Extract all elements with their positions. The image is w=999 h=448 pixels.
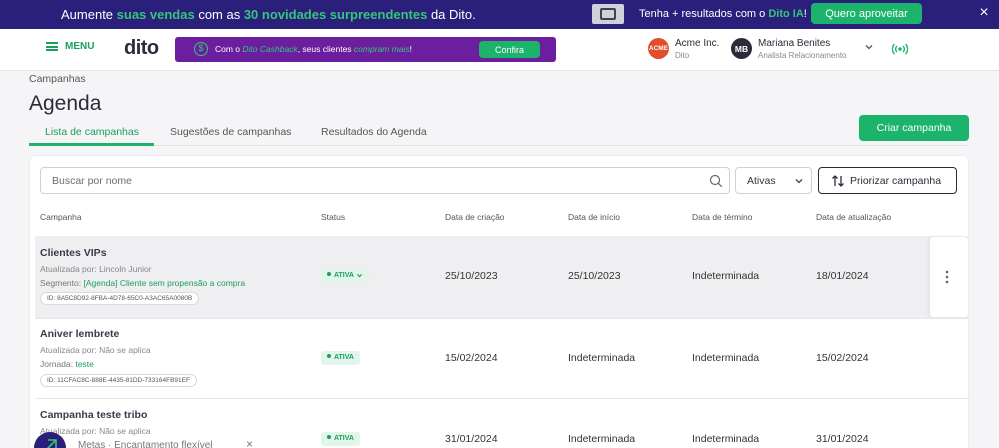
kebab-menu-icon <box>945 270 949 284</box>
close-icon[interactable]: × <box>976 5 992 21</box>
promo-text: Aumente suas vendas com as 30 novidades … <box>61 7 476 22</box>
journey-link[interactable]: teste <box>75 359 93 369</box>
start-date: Indeterminada <box>568 433 636 445</box>
campaign-journey: Jornada: teste <box>40 359 94 369</box>
end-date: Indeterminada <box>692 270 760 282</box>
video-thumbnail-icon <box>592 4 624 24</box>
updated-date: 18/01/2024 <box>816 270 869 282</box>
cashback-text: Com o Dito Cashback, seus clientes compr… <box>215 44 413 54</box>
send-icon <box>46 439 57 448</box>
company-name: Acme Inc. <box>675 38 720 49</box>
menu-label: MENU <box>65 41 95 52</box>
end-date: Indeterminada <box>692 352 760 364</box>
campaign-id-chip: ID: 11CFAC8C-888E-4435-81DD-733164FB91EF <box>40 374 197 387</box>
start-date: Indeterminada <box>568 352 636 364</box>
campaign-name[interactable]: Clientes VIPs <box>40 247 107 259</box>
company-sub: Dito <box>675 51 690 60</box>
row-divider <box>35 398 969 399</box>
promo-ia-text: Tenha + resultados com o Dito IA! <box>639 8 807 20</box>
cashback-banner: $ Com o Dito Cashback, seus clientes com… <box>175 37 556 62</box>
tab-resultados-do-agenda[interactable]: Resultados do Agenda <box>321 126 427 138</box>
status-badge[interactable]: ATIVA <box>321 351 360 365</box>
end-date: Indeterminada <box>692 433 760 445</box>
campaign-updated-by: Atualizada por: Lincoln Junior <box>40 264 152 274</box>
hamburger-icon <box>46 42 58 51</box>
menu-button[interactable]: MENU <box>46 41 94 52</box>
campaign-name[interactable]: Aniver lembrete <box>40 328 119 340</box>
segment-link[interactable]: [Agenda] Cliente sem propensão a compra <box>83 278 245 288</box>
column-header-data-termino: Data de término <box>692 212 753 222</box>
search-icon[interactable] <box>709 174 723 188</box>
tab-lista-de-campanhas[interactable]: Lista de campanhas <box>45 126 139 138</box>
updated-date: 31/01/2024 <box>816 433 869 445</box>
status-badge[interactable]: ATIVA <box>321 432 360 446</box>
user-role: Analista Relacionamento <box>758 51 847 60</box>
column-header-campanha: Campanha <box>40 212 82 222</box>
active-tab-indicator <box>29 143 154 146</box>
updated-date: 15/02/2024 <box>816 352 869 364</box>
company-avatar[interactable]: ACME <box>648 38 669 59</box>
promo-cta-button[interactable]: Quero aproveitar <box>811 3 922 24</box>
close-icon[interactable]: × <box>246 437 253 448</box>
promo-banner: Aumente suas vendas com as 30 novidades … <box>0 0 999 29</box>
column-header-data-criacao: Data de criação <box>445 212 505 222</box>
campaign-segment: Segmento: [Agenda] Cliente sem propensão… <box>40 278 246 288</box>
cashback-confira-button[interactable]: Confira <box>479 41 540 58</box>
start-date: 25/10/2023 <box>568 270 621 282</box>
created-date: 25/10/2023 <box>445 270 498 282</box>
search-input[interactable]: Buscar por nome <box>40 167 730 194</box>
campaign-updated-by: Atualizada por: Não se aplica <box>40 345 151 355</box>
status-filter-select[interactable]: Ativas <box>735 167 812 194</box>
prioritize-label: Priorizar campanha <box>850 175 942 187</box>
prioritize-campaign-button[interactable]: Priorizar campanha <box>818 167 957 194</box>
column-header-data-inicio: Data de início <box>568 212 620 222</box>
created-date: 15/02/2024 <box>445 352 498 364</box>
chevron-down-icon <box>356 273 362 277</box>
user-name: Mariana Benites <box>758 38 831 49</box>
bottom-bar-text: Metas · Encantamento flexível <box>78 440 213 448</box>
created-date: 31/01/2024 <box>445 433 498 445</box>
row-divider <box>35 318 969 319</box>
sort-arrows-icon <box>832 175 844 187</box>
user-avatar[interactable]: MB <box>731 38 752 59</box>
tab-sugestoes-de-campanhas[interactable]: Sugestões de campanhas <box>170 126 291 138</box>
column-header-data-atualizacao: Data de atualização <box>816 212 892 222</box>
create-campaign-button[interactable]: Criar campanha <box>859 115 969 141</box>
dito-logo[interactable]: dito <box>124 37 159 60</box>
top-header: MENU dito $ Com o Dito Cashback, seus cl… <box>0 29 999 71</box>
tabs: Lista de campanhas Sugestões de campanha… <box>29 124 969 146</box>
broadcast-icon[interactable] <box>891 42 909 56</box>
chevron-down-icon <box>795 179 803 184</box>
page-title: Agenda <box>29 92 102 115</box>
row-actions-button[interactable] <box>930 237 968 317</box>
chevron-down-icon[interactable] <box>864 42 874 55</box>
status-filter-value: Ativas <box>747 175 776 187</box>
dollar-icon: $ <box>194 42 208 56</box>
status-badge[interactable]: ATIVA <box>321 269 369 283</box>
search-placeholder: Buscar por nome <box>52 175 132 187</box>
column-header-status: Status <box>321 212 346 222</box>
campaign-id-chip: ID: 8A5C8D92-8FBA-4D78-65C0-A3AC65A0080B <box>40 292 200 305</box>
breadcrumb[interactable]: Campanhas <box>29 73 86 85</box>
campaign-name[interactable]: Campanha teste tribo <box>40 409 147 421</box>
